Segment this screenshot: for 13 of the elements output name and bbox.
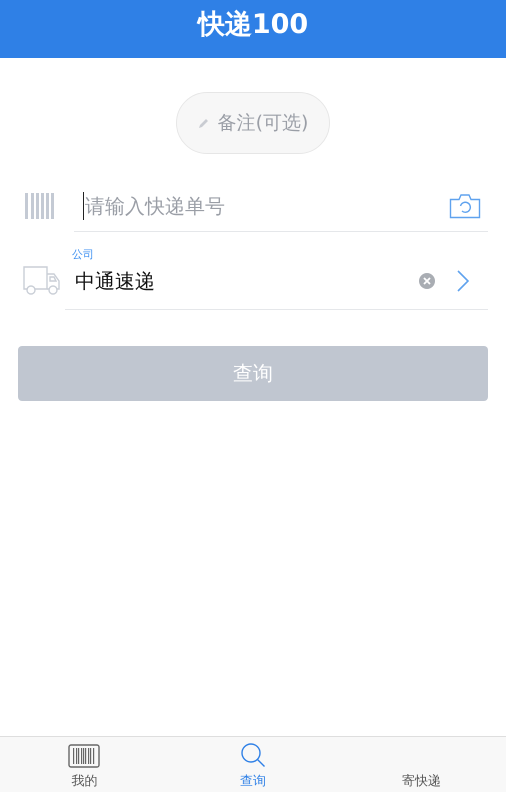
tab[interactable]: 查询 <box>168 737 338 792</box>
barcode-icon <box>68 744 100 768</box>
camera-icon[interactable] <box>449 192 481 218</box>
search-icon <box>240 742 266 768</box>
pencil-icon <box>198 117 210 129</box>
chevron-right-icon[interactable] <box>456 270 470 292</box>
clear-icon[interactable] <box>418 272 436 290</box>
company-field[interactable]: 中通速递 <box>75 268 398 294</box>
truck-icon <box>23 264 61 296</box>
tab[interactable]: 我的 <box>0 737 169 792</box>
company-label: 公司 <box>72 246 95 262</box>
tab[interactable]: 寄快递 <box>337 737 506 792</box>
app-logo: 快递100 <box>198 8 308 42</box>
